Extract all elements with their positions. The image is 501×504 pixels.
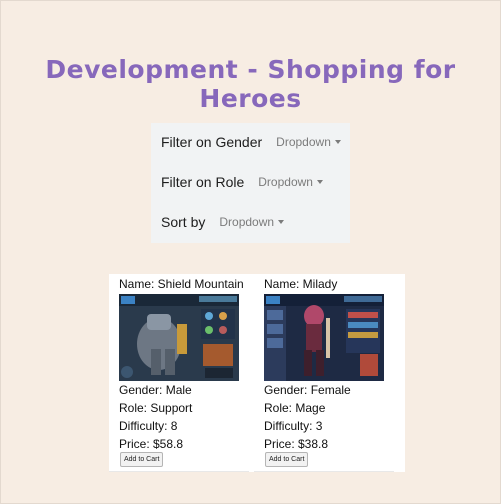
hero-card: Name: Milady Gender: Female Role: Mage D… — [254, 274, 394, 472]
hero-image — [264, 294, 384, 381]
caret-down-icon — [278, 220, 285, 224]
caret-down-icon — [334, 140, 341, 144]
hero-role: Role: Support — [119, 401, 193, 415]
filter-panel: Filter on Gender Dropdown Filter on Role… — [151, 123, 350, 243]
hero-name: Name: Milady — [264, 277, 338, 291]
hero-difficulty: Difficulty: 3 — [264, 419, 323, 433]
divider — [109, 471, 249, 472]
sort-by-label: Sort by — [161, 214, 206, 230]
hero-price: Price: $58.8 — [119, 437, 184, 451]
hero-gender: Gender: Female — [264, 383, 351, 397]
filter-role-label: Filter on Role — [161, 174, 245, 190]
hero-price: Price: $38.8 — [264, 437, 329, 451]
role-dropdown-label: Dropdown — [258, 175, 313, 189]
role-dropdown[interactable]: Dropdown — [258, 175, 323, 189]
sort-dropdown[interactable]: Dropdown — [219, 215, 285, 229]
hero-difficulty: Difficulty: 8 — [119, 419, 178, 433]
sort-by: Sort by Dropdown — [161, 210, 285, 234]
hero-list: Name: Shield Mountain Gender: Male Role:… — [109, 274, 405, 472]
add-to-cart-button[interactable]: Add to Cart — [265, 452, 309, 467]
hero-gender: Gender: Male — [119, 383, 192, 397]
gender-dropdown[interactable]: Dropdown — [276, 135, 341, 149]
caret-down-icon — [316, 180, 323, 184]
filter-gender-label: Filter on Gender — [161, 134, 263, 150]
divider — [254, 471, 394, 472]
hero-role: Role: Mage — [264, 401, 326, 415]
page-title: Development - Shopping for Heroes — [45, 55, 456, 113]
sort-dropdown-label: Dropdown — [219, 215, 275, 229]
gender-dropdown-label: Dropdown — [276, 135, 331, 149]
filter-gender: Filter on Gender Dropdown — [161, 130, 341, 154]
hero-card: Name: Shield Mountain Gender: Male Role:… — [109, 274, 249, 472]
add-to-cart-button[interactable]: Add to Cart — [120, 452, 164, 467]
filter-role: Filter on Role Dropdown — [161, 170, 323, 194]
hero-name: Name: Shield Mountain — [119, 277, 244, 291]
hero-image — [119, 294, 239, 381]
